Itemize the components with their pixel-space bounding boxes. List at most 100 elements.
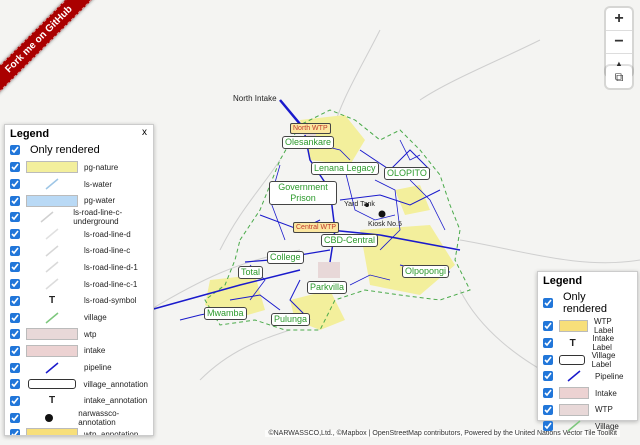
legend-item[interactable]: ls-road-line-d	[5, 226, 153, 243]
legend-item-checkbox[interactable]	[10, 229, 20, 240]
village-swatch	[26, 311, 78, 324]
legend-item-checkbox[interactable]	[10, 379, 20, 390]
legend-item-checkbox[interactable]	[10, 279, 20, 290]
intake-swatch	[559, 387, 589, 400]
legend2-title: Legend	[543, 275, 583, 287]
legend-item-checkbox[interactable]	[10, 262, 20, 273]
zoom-out-button[interactable]: −	[606, 31, 632, 54]
village-label-olopito: OLOPITO	[384, 167, 430, 180]
legend-item-checkbox[interactable]	[10, 395, 20, 406]
legend-item-checkbox[interactable]	[543, 421, 553, 432]
legend-item-label: ls-road-line-d	[84, 229, 131, 239]
legend-item-checkbox[interactable]	[10, 295, 20, 306]
legend-item[interactable]: Pipeline	[538, 368, 637, 385]
intake-label-swatch: T	[569, 337, 576, 349]
legend-item-checkbox[interactable]	[10, 212, 20, 223]
ls-road-line-c-swatch	[26, 245, 78, 257]
legend-item[interactable]: pg-nature	[5, 159, 153, 176]
legend-item[interactable]: ls-road-line-c-1	[5, 276, 153, 293]
village-annotation-swatch	[26, 378, 78, 390]
legend-item-label: Village	[595, 421, 619, 431]
legend-item[interactable]: intake	[5, 343, 153, 360]
village-label-mwamba: Mwamba	[204, 307, 247, 320]
legend-item-label: Intake Label	[592, 334, 615, 353]
legend-item-label: WTP Label	[593, 317, 614, 336]
legend-item-label: ls-road-symbol	[84, 296, 137, 306]
legend-item-label: pipeline	[84, 363, 112, 373]
legend-item[interactable]: ls-road-line-c-underground	[5, 208, 153, 227]
village-label-swatch	[559, 354, 586, 366]
legend-item-checkbox[interactable]	[10, 412, 20, 423]
legend-item-label: ls-road-line-d-1	[84, 262, 138, 272]
legend-item-checkbox[interactable]	[10, 329, 20, 340]
legend2-header: Legend	[538, 272, 637, 290]
north-wtp-label: North WTP	[290, 123, 331, 134]
legend-item-label: ls-water	[84, 179, 113, 189]
legend-item-label: wtp	[84, 329, 97, 339]
legend-item[interactable]: ls-water	[5, 176, 153, 193]
legend-item-checkbox[interactable]	[10, 179, 20, 190]
legend-item[interactable]: narwassco-annotation	[5, 409, 153, 427]
village-label-pulunga: Pulunga	[271, 313, 311, 326]
legend-item[interactable]: Tls-road-symbol	[5, 293, 153, 310]
legend-item[interactable]: ls-road-line-c	[5, 242, 153, 259]
legend-item[interactable]: ls-road-line-d-1	[5, 259, 153, 276]
legend-panel-main: Legend x Only rendered pg-nature ls-water…	[4, 124, 154, 436]
legend-item-label: intake	[84, 346, 106, 356]
legend-item-label: pg-nature	[84, 162, 119, 172]
only-rendered-checkbox-2[interactable]	[543, 298, 553, 308]
legend-item-label: ls-road-line-c-underground	[73, 208, 123, 227]
only-rendered-toggle[interactable]: Only rendered	[5, 143, 153, 159]
legend-item-checkbox[interactable]	[10, 195, 20, 206]
ls-road-line-d-1-swatch	[26, 261, 78, 274]
legend-item[interactable]: WTP	[538, 401, 637, 418]
legend-item[interactable]: Intake	[538, 385, 637, 402]
legend-item[interactable]: Tintake_annotation	[5, 393, 153, 410]
only-rendered-toggle-2[interactable]: Only rendered	[538, 290, 637, 318]
central-wtp-label: Central WTP	[293, 222, 340, 233]
yard-tank-label: Yard Tank	[344, 201, 375, 208]
legend-item-label: Village Label	[591, 350, 616, 369]
legend-header: Legend x	[5, 125, 153, 143]
github-ribbon[interactable]: Fork me on GitHub	[0, 0, 99, 100]
legend-item-checkbox[interactable]	[543, 388, 553, 399]
legend-item-checkbox[interactable]	[10, 162, 20, 173]
legend-item[interactable]: wtp	[5, 326, 153, 343]
zoom-in-button[interactable]: +	[606, 8, 632, 31]
legend-item-checkbox[interactable]	[543, 354, 553, 365]
legend2-rows: WTP Label T Intake Label Village Label Pipel…	[538, 317, 637, 435]
legend-item[interactable]: pipeline	[5, 359, 153, 376]
legend-item-label: Intake	[595, 388, 617, 398]
ls-road-line-c-1-swatch	[26, 278, 78, 290]
legend-item[interactable]: village_annotation	[5, 376, 153, 393]
village-label-lenana-legacy: Lenana Legacy	[311, 162, 379, 175]
legend-item[interactable]: wtp_annotation	[5, 426, 153, 435]
legend-item-checkbox[interactable]	[543, 338, 553, 349]
legend-item-label: ls-road-line-c-1	[84, 279, 138, 289]
legend-item[interactable]: village	[5, 309, 153, 326]
village-label-parkvilla: Parkvilla	[307, 281, 348, 294]
legend-item[interactable]: Village Label	[538, 350, 637, 369]
village-label-olesankare: Olesankare	[282, 136, 335, 149]
legend-close-button[interactable]: x	[142, 127, 147, 138]
legend-item[interactable]: WTP Label	[538, 317, 637, 336]
legend-item[interactable]: Village	[538, 418, 637, 435]
layers-button[interactable]: ⧉	[606, 66, 632, 88]
legend-item[interactable]: T Intake Label	[538, 334, 637, 353]
legend-item-checkbox[interactable]	[10, 245, 20, 256]
legend-item-checkbox[interactable]	[543, 371, 553, 382]
legend-item-checkbox[interactable]	[10, 429, 20, 435]
legend-item-checkbox[interactable]	[10, 362, 20, 373]
legend-item[interactable]: pg-water	[5, 192, 153, 209]
legend-item-checkbox[interactable]	[10, 312, 20, 323]
village-swatch	[559, 420, 589, 433]
intake-swatch	[26, 344, 78, 357]
legend-item-label: ls-road-line-c	[84, 246, 131, 256]
legend-rows: pg-nature ls-water pg-water ls-road-line-c-…	[5, 159, 153, 435]
legend-item-checkbox[interactable]	[543, 321, 553, 332]
legend-item-checkbox[interactable]	[543, 404, 553, 415]
kiosk-dot	[378, 210, 386, 218]
legend-panel-secondary: Legend Only rendered WTP Label T Intake La…	[537, 271, 638, 433]
only-rendered-checkbox[interactable]	[10, 145, 20, 155]
legend-item-checkbox[interactable]	[10, 345, 20, 356]
